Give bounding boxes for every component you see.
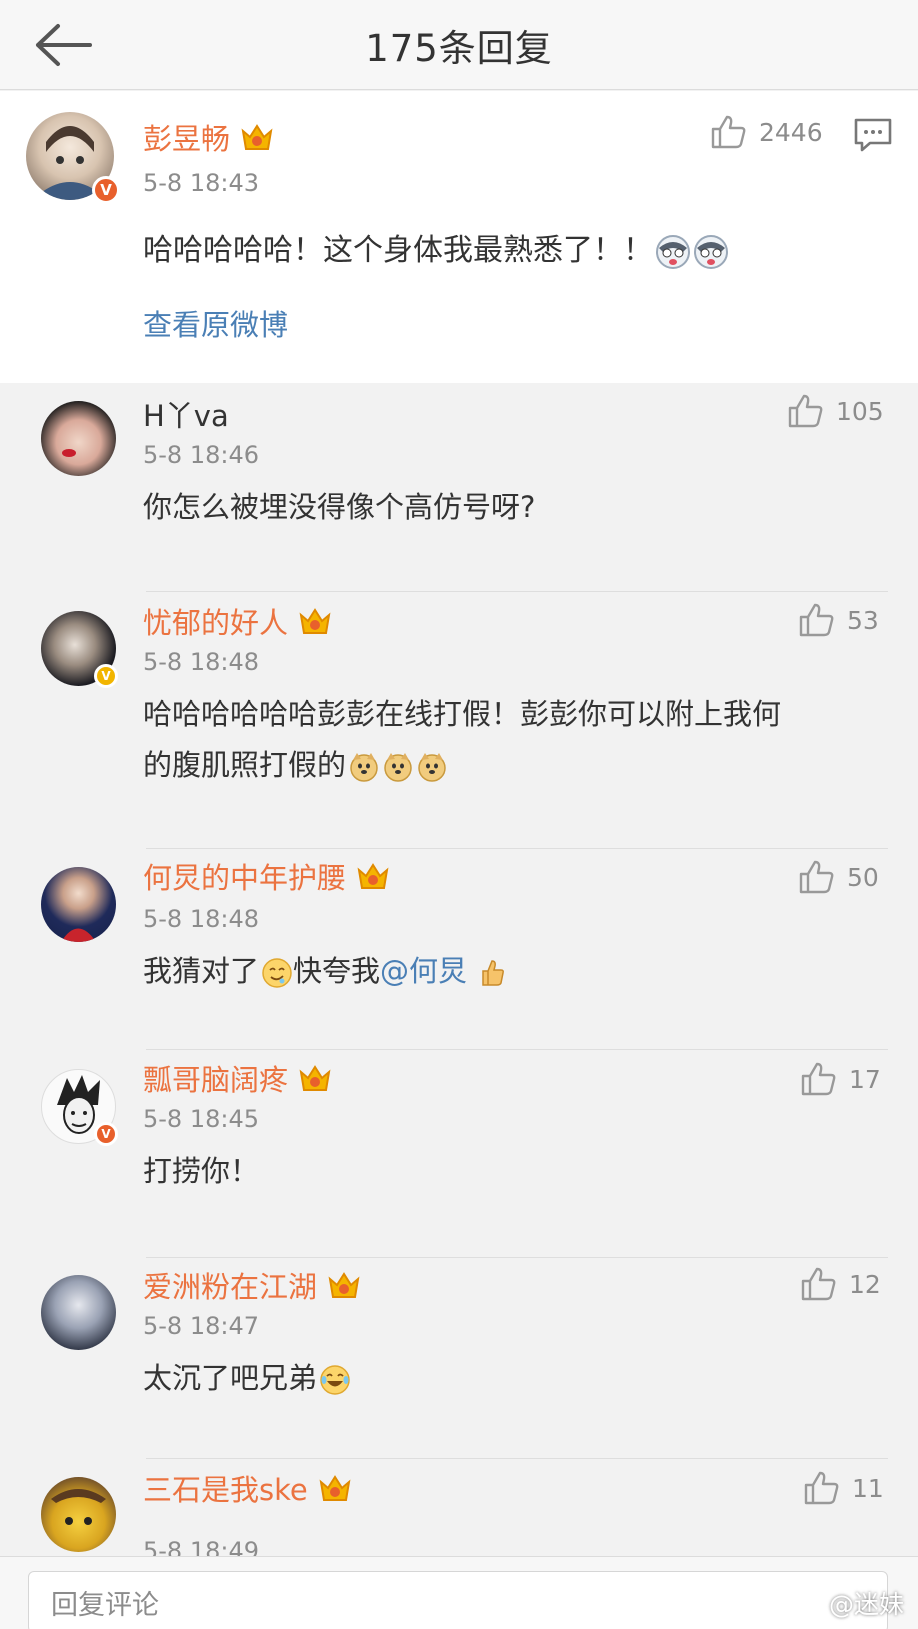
username[interactable]: 忧郁的好人 bbox=[143, 600, 332, 642]
top-bar: 175条回复 bbox=[0, 0, 918, 90]
username[interactable]: 彭昱畅 bbox=[143, 116, 274, 158]
like-button[interactable]: 17 bbox=[799, 1060, 881, 1098]
reply-input-placeholder: 回复评论 bbox=[51, 1589, 159, 1621]
avatar[interactable]: V bbox=[41, 1069, 118, 1146]
like-count: 105 bbox=[836, 396, 884, 426]
comment-text: 哈哈哈哈哈！这个身体我最熟悉了！！ bbox=[143, 226, 729, 276]
thumbs-up-icon bbox=[804, 1471, 839, 1505]
view-original-post-link[interactable]: 查看原微博 bbox=[143, 302, 288, 344]
husky-emoji-icon bbox=[656, 234, 690, 269]
username-label: 彭昱畅 bbox=[143, 122, 231, 156]
doge-emoji-icon bbox=[384, 753, 412, 782]
comment-text-line1: 哈哈哈哈哈哈彭彭在线打假！彭彭你可以附上我何 bbox=[143, 697, 782, 731]
reply-item: 爱洲粉在江湖 5-8 18:47 12 太沉了吧兄弟 bbox=[0, 1258, 918, 1466]
verified-badge-icon: V bbox=[94, 664, 118, 688]
like-button[interactable]: 12 bbox=[799, 1265, 881, 1303]
thumbs-up-icon bbox=[801, 1062, 836, 1096]
reply-item: 三石是我ske 5-8 18:49 11 bbox=[0, 1459, 918, 1556]
avatar[interactable] bbox=[41, 1477, 116, 1552]
avatar[interactable] bbox=[41, 1275, 116, 1350]
thumbs-up-icon bbox=[799, 603, 834, 637]
username-label: 忧郁的好人 bbox=[143, 606, 289, 640]
username-label: H丫va bbox=[143, 399, 229, 433]
username[interactable]: 瓢哥脑阔疼 bbox=[143, 1057, 332, 1099]
verified-badge-icon: V bbox=[92, 176, 120, 204]
comment-text-part: 我猜对了 bbox=[143, 954, 260, 988]
vip-crown-icon bbox=[299, 1065, 331, 1091]
reply-item: 何炅的中年护腰 5-8 18:48 50 我猜对了 快夸我@何炅 bbox=[0, 849, 918, 1057]
comment-text: 太沉了吧兄弟 bbox=[143, 1353, 351, 1403]
like-count: 17 bbox=[849, 1064, 881, 1094]
verified-badge-icon: V bbox=[94, 1122, 118, 1146]
comment-text: 你怎么被埋没得像个高仿号呀? bbox=[143, 490, 536, 524]
username[interactable]: 何炅的中年护腰 bbox=[143, 855, 390, 897]
thumbs-up-emoji-icon bbox=[482, 960, 505, 986]
like-count: 12 bbox=[849, 1269, 881, 1299]
vip-crown-icon bbox=[319, 1475, 351, 1501]
vip-crown-icon bbox=[299, 608, 331, 634]
avatar[interactable] bbox=[41, 867, 116, 942]
reply-item: H丫va 5-8 18:46 105 你怎么被埋没得像个高仿号呀? bbox=[0, 383, 918, 591]
comment-text-part: 快夸我 bbox=[293, 954, 381, 988]
main-comment: V 彭昱畅 5-8 18:43 2446 哈哈哈哈哈！这个身体我最熟悉了！！ 查… bbox=[0, 91, 918, 383]
like-count: 50 bbox=[847, 862, 879, 892]
vip-crown-icon bbox=[357, 863, 389, 889]
comment-text-line2: 的腹肌照打假的 bbox=[143, 740, 448, 790]
comment-time: 5-8 18:48 bbox=[143, 905, 259, 933]
page-title: 175条回复 bbox=[365, 26, 553, 70]
comment-time: 5-8 18:45 bbox=[143, 1105, 259, 1133]
username[interactable]: 爱洲粉在江湖 bbox=[143, 1264, 361, 1306]
vip-crown-icon bbox=[241, 124, 273, 150]
like-button[interactable]: 53 bbox=[797, 601, 879, 639]
like-count: 53 bbox=[847, 605, 879, 635]
husky-emoji-icon bbox=[694, 234, 728, 269]
avatar[interactable] bbox=[41, 401, 116, 476]
like-button[interactable]: 50 bbox=[797, 858, 879, 896]
comment-text-content: 的腹肌照打假的 bbox=[143, 748, 347, 782]
comment-time: 5-8 18:47 bbox=[143, 1312, 259, 1340]
comment-time: 5-8 18:49 bbox=[143, 1537, 259, 1556]
reply-item: V 瓢哥脑阔疼 5-8 18:45 17 打捞你！ bbox=[0, 1050, 918, 1258]
comment-text-content: 太沉了吧兄弟 bbox=[143, 1361, 318, 1395]
comment-text-content: 哈哈哈哈哈！这个身体我最熟悉了！！ bbox=[143, 233, 653, 268]
thumbs-up-icon bbox=[711, 115, 746, 149]
username-label: 三石是我ske bbox=[143, 1473, 308, 1507]
avatar[interactable]: V bbox=[26, 112, 120, 204]
drool-emoji-icon bbox=[262, 958, 292, 988]
watermark: @迷妹 bbox=[795, 1585, 904, 1621]
comment-time: 5-8 18:43 bbox=[143, 169, 259, 197]
like-count: 2446 bbox=[759, 117, 823, 147]
username-label: 爱洲粉在江湖 bbox=[143, 1270, 318, 1304]
like-button[interactable]: 11 bbox=[802, 1469, 884, 1507]
doge-emoji-icon bbox=[350, 753, 378, 782]
username[interactable]: 三石是我ske bbox=[143, 1467, 352, 1509]
weibo-logo-icon bbox=[795, 1593, 823, 1615]
username-label: 瓢哥脑阔疼 bbox=[143, 1063, 289, 1097]
comment-text: 我猜对了 快夸我@何炅 bbox=[143, 946, 507, 996]
reply-input[interactable]: 回复评论 bbox=[28, 1571, 888, 1629]
comment-icon[interactable] bbox=[853, 117, 893, 153]
vip-crown-icon bbox=[328, 1272, 360, 1298]
mention-link[interactable]: @何炅 bbox=[380, 954, 467, 988]
comment-text: 打捞你！ bbox=[143, 1154, 260, 1188]
thumbs-up-icon bbox=[799, 860, 834, 894]
laugh-cry-emoji-icon bbox=[320, 1365, 350, 1395]
thumbs-up-icon bbox=[801, 1267, 836, 1301]
username-label: 何炅的中年护腰 bbox=[143, 861, 347, 895]
username[interactable]: H丫va bbox=[143, 393, 229, 435]
like-count: 11 bbox=[852, 1473, 884, 1503]
like-button[interactable]: 2446 bbox=[709, 113, 823, 151]
reply-bar: 回复评论 bbox=[0, 1556, 918, 1629]
avatar[interactable]: V bbox=[41, 611, 118, 688]
comment-time: 5-8 18:46 bbox=[143, 441, 259, 469]
thumbs-up-icon bbox=[788, 394, 823, 428]
reply-item: V 忧郁的好人 5-8 18:48 53 哈哈哈哈哈哈彭彭在线打假！彭彭你可以附… bbox=[0, 592, 918, 849]
doge-emoji-icon bbox=[418, 753, 446, 782]
watermark-text: @迷妹 bbox=[828, 1590, 904, 1619]
like-button[interactable]: 105 bbox=[786, 392, 884, 430]
comment-time: 5-8 18:48 bbox=[143, 648, 259, 676]
back-arrow-icon[interactable] bbox=[28, 18, 98, 72]
